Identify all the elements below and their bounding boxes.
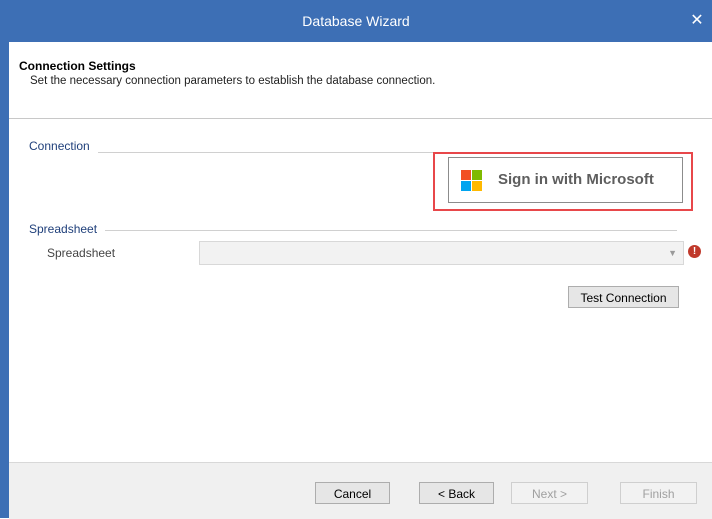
window-title: Database Wizard [302,13,410,29]
spreadsheet-group-label: Spreadsheet [29,222,106,236]
sign-in-with-microsoft-button[interactable]: Sign in with Microsoft [448,157,683,203]
test-connection-button[interactable]: Test Connection [568,286,679,308]
next-button[interactable]: Next > [511,482,588,504]
sign-in-label: Sign in with Microsoft [498,171,654,188]
microsoft-logo-icon [461,170,482,191]
wizard-footer: Cancel < Back Next > Finish [9,462,712,519]
page-subtitle: Set the necessary connection parameters … [30,75,436,87]
wizard-dialog: Connection Settings Set the necessary co… [9,42,712,519]
spreadsheet-field-label: Spreadsheet [47,246,116,260]
close-icon[interactable]: ✕ [682,0,712,42]
finish-button[interactable]: Finish [620,482,697,504]
back-button[interactable]: < Back [419,482,494,504]
window-frame-left [0,42,9,518]
chevron-down-icon[interactable]: ▼ [668,242,677,264]
page-header: Connection Settings Set the necessary co… [9,42,712,119]
error-icon: ! [688,245,701,258]
connection-group-label: Connection [29,139,98,153]
page-title: Connection Settings [19,59,136,73]
title-bar: Database Wizard ✕ [0,0,712,42]
spreadsheet-select[interactable]: ▼ [199,241,684,265]
spreadsheet-group-divider [29,230,677,231]
cancel-button[interactable]: Cancel [315,482,390,504]
